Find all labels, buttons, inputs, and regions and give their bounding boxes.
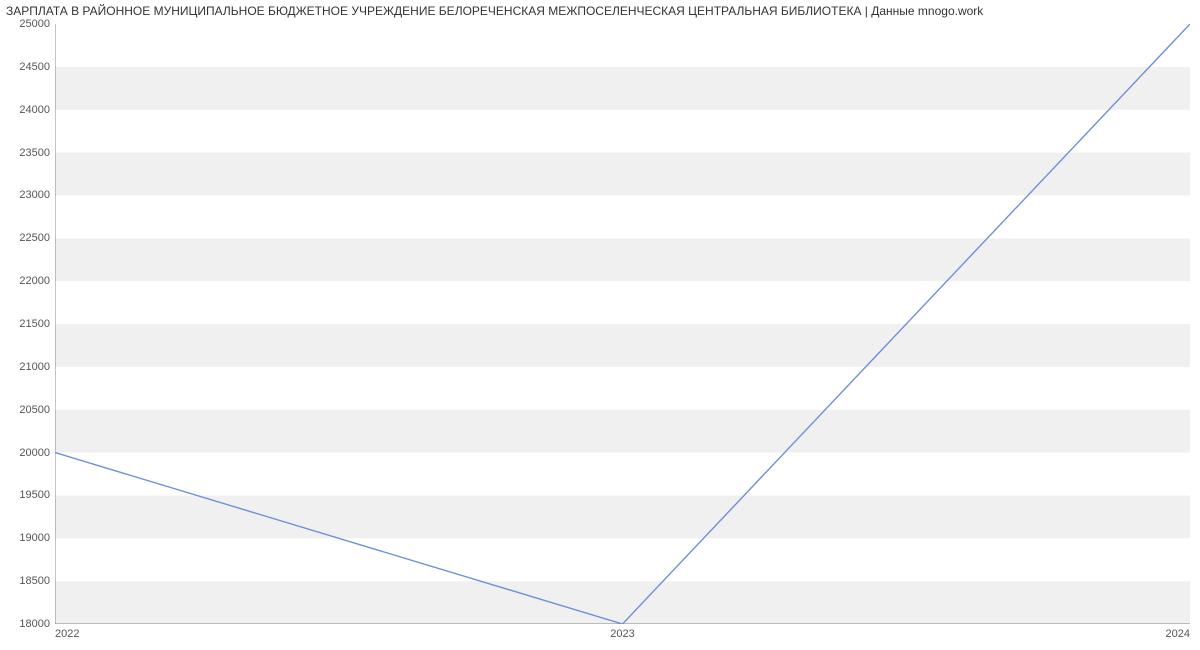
x-tick-label: 2023 [610, 628, 634, 640]
y-tick-label: 21000 [6, 361, 50, 373]
y-tick-label: 20500 [6, 404, 50, 416]
y-tick-label: 24000 [6, 104, 50, 116]
y-tick-label: 23000 [6, 189, 50, 201]
y-tick-label: 23500 [6, 147, 50, 159]
y-tick-label: 22500 [6, 232, 50, 244]
y-tick-label: 22000 [6, 275, 50, 287]
chart-container: ЗАРПЛАТА В РАЙОННОЕ МУНИЦИПАЛЬНОЕ БЮДЖЕТ… [0, 0, 1200, 650]
x-tick-label: 2022 [55, 628, 79, 640]
y-tick-label: 21500 [6, 318, 50, 330]
chart-svg [55, 24, 1190, 624]
chart-title: ЗАРПЛАТА В РАЙОННОЕ МУНИЦИПАЛЬНОЕ БЮДЖЕТ… [6, 4, 983, 18]
x-tick-label: 2024 [1166, 628, 1190, 640]
y-tick-label: 19000 [6, 532, 50, 544]
y-tick-label: 24500 [6, 61, 50, 73]
y-tick-label: 19500 [6, 489, 50, 501]
y-tick-label: 18500 [6, 575, 50, 587]
plot-area [55, 24, 1190, 624]
y-tick-label: 18000 [6, 618, 50, 630]
grid-bands [55, 24, 1190, 624]
y-tick-label: 25000 [6, 18, 50, 30]
y-tick-label: 20000 [6, 447, 50, 459]
